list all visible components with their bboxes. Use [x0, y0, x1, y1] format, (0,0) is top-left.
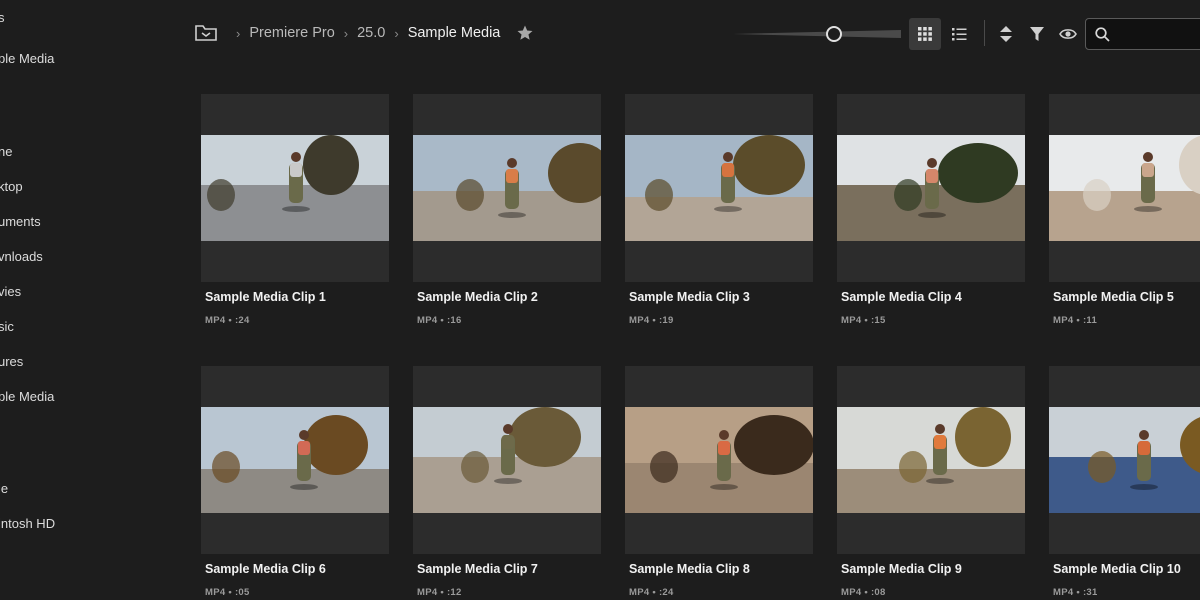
clip-meta: MP4 • :16	[417, 315, 462, 326]
clip-title: Sample Media Clip 2	[417, 290, 538, 304]
clip-thumbnail	[837, 135, 1025, 241]
sort-button[interactable]	[990, 18, 1022, 50]
clip-meta: MP4 • :12	[417, 587, 462, 598]
clip-thumbnail-frame	[201, 366, 389, 554]
clip-card[interactable]: Sample Media Clip 10 MP4 • :31	[1049, 366, 1200, 600]
clip-card[interactable]: Sample Media Clip 4 MP4 • :15	[837, 94, 1027, 334]
clip-thumbnail	[1049, 135, 1200, 241]
clip-meta: MP4 • :05	[205, 587, 250, 598]
search-field[interactable]	[1085, 18, 1200, 50]
sidebar-item[interactable]: ple Media	[0, 389, 54, 404]
sidebar-item[interactable]: vnloads	[0, 249, 43, 264]
sidebar-item[interactable]: ktop	[0, 179, 23, 194]
clip-thumbnail	[837, 407, 1025, 513]
sidebar-item[interactable]: intosh HD	[0, 516, 55, 531]
chevron-right-icon: ›	[236, 25, 241, 41]
clip-thumbnail-frame	[1049, 366, 1200, 554]
clip-thumbnail	[1049, 407, 1200, 513]
clip-thumbnail-frame	[413, 94, 601, 282]
clip-card[interactable]: Sample Media Clip 5 MP4 • :11	[1049, 94, 1200, 334]
eye-icon	[1059, 29, 1077, 39]
sidebar-item[interactable]: ie	[0, 481, 8, 496]
clip-card[interactable]: Sample Media Clip 9 MP4 • :08	[837, 366, 1027, 600]
chevron-right-icon: ›	[394, 25, 399, 41]
breadcrumb-current: Sample Media	[407, 25, 501, 41]
clip-thumbnail-frame	[837, 94, 1025, 282]
clip-title: Sample Media Clip 6	[205, 562, 326, 576]
grid-view-button[interactable]	[909, 18, 941, 50]
clip-title: Sample Media Clip 1	[205, 290, 326, 304]
clip-title: Sample Media Clip 7	[417, 562, 538, 576]
toolbar: › Premiere Pro › 25.0 › Sample Media	[0, 0, 1200, 68]
sidebar-item[interactable]: uments	[0, 214, 41, 229]
clip-thumbnail-frame	[837, 366, 1025, 554]
clip-meta: MP4 • :08	[841, 587, 886, 598]
chevron-right-icon: ›	[343, 25, 349, 41]
clip-card[interactable]: Sample Media Clip 7 MP4 • :12	[413, 366, 603, 600]
sidebar-item[interactable]: ures	[0, 354, 23, 369]
filter-button[interactable]	[1021, 18, 1053, 50]
breadcrumb: › Premiere Pro › 25.0 › Sample Media	[195, 20, 534, 46]
breadcrumb-item-version[interactable]: 25.0	[357, 25, 385, 41]
clip-thumbnail-frame	[625, 94, 813, 282]
search-icon	[1095, 26, 1110, 42]
clip-thumbnail-frame	[1049, 94, 1200, 282]
slider-track	[733, 30, 901, 38]
grid-icon	[918, 27, 932, 41]
clip-meta: MP4 • :24	[629, 587, 674, 598]
clip-thumbnail	[201, 407, 389, 513]
clip-meta: MP4 • :11	[1053, 315, 1098, 326]
filter-icon	[1030, 27, 1044, 41]
view-options-button[interactable]	[1052, 18, 1084, 50]
toolbar-divider	[984, 20, 985, 46]
slider-thumb[interactable]	[825, 26, 842, 42]
clip-card[interactable]: Sample Media Clip 1 MP4 • :24	[201, 94, 391, 334]
clip-meta: MP4 • :31	[1053, 587, 1098, 598]
search-input[interactable]	[1118, 26, 1200, 42]
clip-thumbnail	[625, 407, 813, 513]
sidebar: s ple Media ne ktop uments vnloads vies sic ures…	[0, 0, 170, 600]
clip-thumbnail	[413, 135, 601, 241]
clip-title: Sample Media Clip 4	[841, 290, 962, 304]
clip-thumbnail	[625, 135, 813, 241]
clip-thumbnail-frame	[625, 366, 813, 554]
clip-card[interactable]: Sample Media Clip 2 MP4 • :16	[413, 94, 603, 334]
clip-thumbnail	[413, 407, 601, 513]
thumbnail-size-slider[interactable]	[733, 24, 901, 44]
clip-meta: MP4 • :24	[205, 315, 250, 326]
list-view-button[interactable]	[943, 18, 975, 50]
clip-title: Sample Media Clip 8	[629, 562, 750, 576]
clip-thumbnail-frame	[413, 366, 601, 554]
clip-card[interactable]: Sample Media Clip 3 MP4 • :19	[625, 94, 815, 334]
clip-thumbnail-frame	[201, 94, 389, 282]
folder-icon[interactable]	[195, 24, 217, 42]
media-browser: s ple Media ne ktop uments vnloads vies sic ures…	[0, 0, 1200, 600]
sidebar-item[interactable]: vies	[0, 284, 21, 299]
clip-title: Sample Media Clip 10	[1053, 562, 1181, 576]
sidebar-item[interactable]: sic	[0, 319, 14, 334]
clip-meta: MP4 • :15	[841, 315, 886, 326]
star-icon[interactable]	[516, 24, 534, 42]
list-icon	[951, 28, 966, 41]
clip-title: Sample Media Clip 5	[1053, 290, 1174, 304]
sort-icon	[1000, 26, 1012, 42]
clip-title: Sample Media Clip 3	[629, 290, 750, 304]
clip-title: Sample Media Clip 9	[841, 562, 962, 576]
clip-thumbnail	[201, 135, 389, 241]
sidebar-item[interactable]: ne	[0, 144, 12, 159]
breadcrumb-item-premiere-pro[interactable]: Premiere Pro	[249, 25, 334, 41]
clip-meta: MP4 • :19	[629, 315, 674, 326]
clip-card[interactable]: Sample Media Clip 6 MP4 • :05	[201, 366, 391, 600]
clip-card[interactable]: Sample Media Clip 8 MP4 • :24	[625, 366, 815, 600]
